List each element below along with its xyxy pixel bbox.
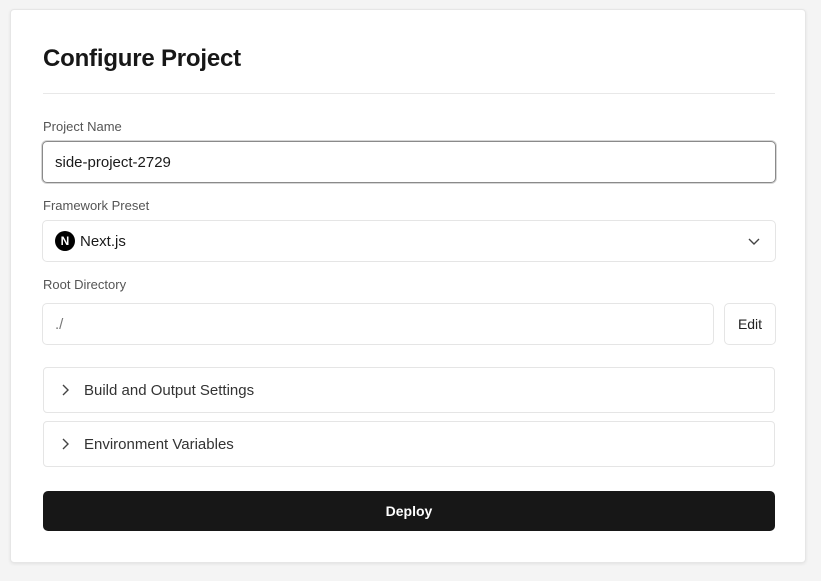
page-title: Configure Project — [43, 45, 241, 72]
section-label: Environment Variables — [84, 435, 234, 453]
project-name-label: Project Name — [43, 119, 122, 134]
framework-preset-select[interactable]: N Next.js — [42, 220, 776, 262]
root-directory-label: Root Directory — [43, 277, 127, 292]
deploy-button[interactable]: Deploy — [43, 491, 775, 531]
chevron-right-icon — [60, 437, 70, 451]
root-directory-value: ./ — [55, 315, 64, 333]
project-name-input[interactable] — [42, 141, 776, 183]
framework-preset-value: Next.js — [80, 232, 126, 250]
edit-root-directory-button[interactable]: Edit — [724, 303, 776, 345]
build-output-settings-section[interactable]: Build and Output Settings — [43, 367, 775, 413]
nextjs-logo-icon: N — [55, 231, 75, 251]
configure-project-card: Configure Project Project Name Framework… — [10, 9, 806, 563]
section-label: Build and Output Settings — [84, 381, 255, 399]
root-directory-input[interactable]: ./ — [42, 303, 714, 345]
environment-variables-section[interactable]: Environment Variables — [43, 421, 775, 467]
divider — [43, 93, 775, 94]
framework-preset-label: Framework Preset — [43, 198, 150, 213]
chevron-right-icon — [60, 383, 70, 397]
chevron-down-icon — [747, 234, 761, 252]
